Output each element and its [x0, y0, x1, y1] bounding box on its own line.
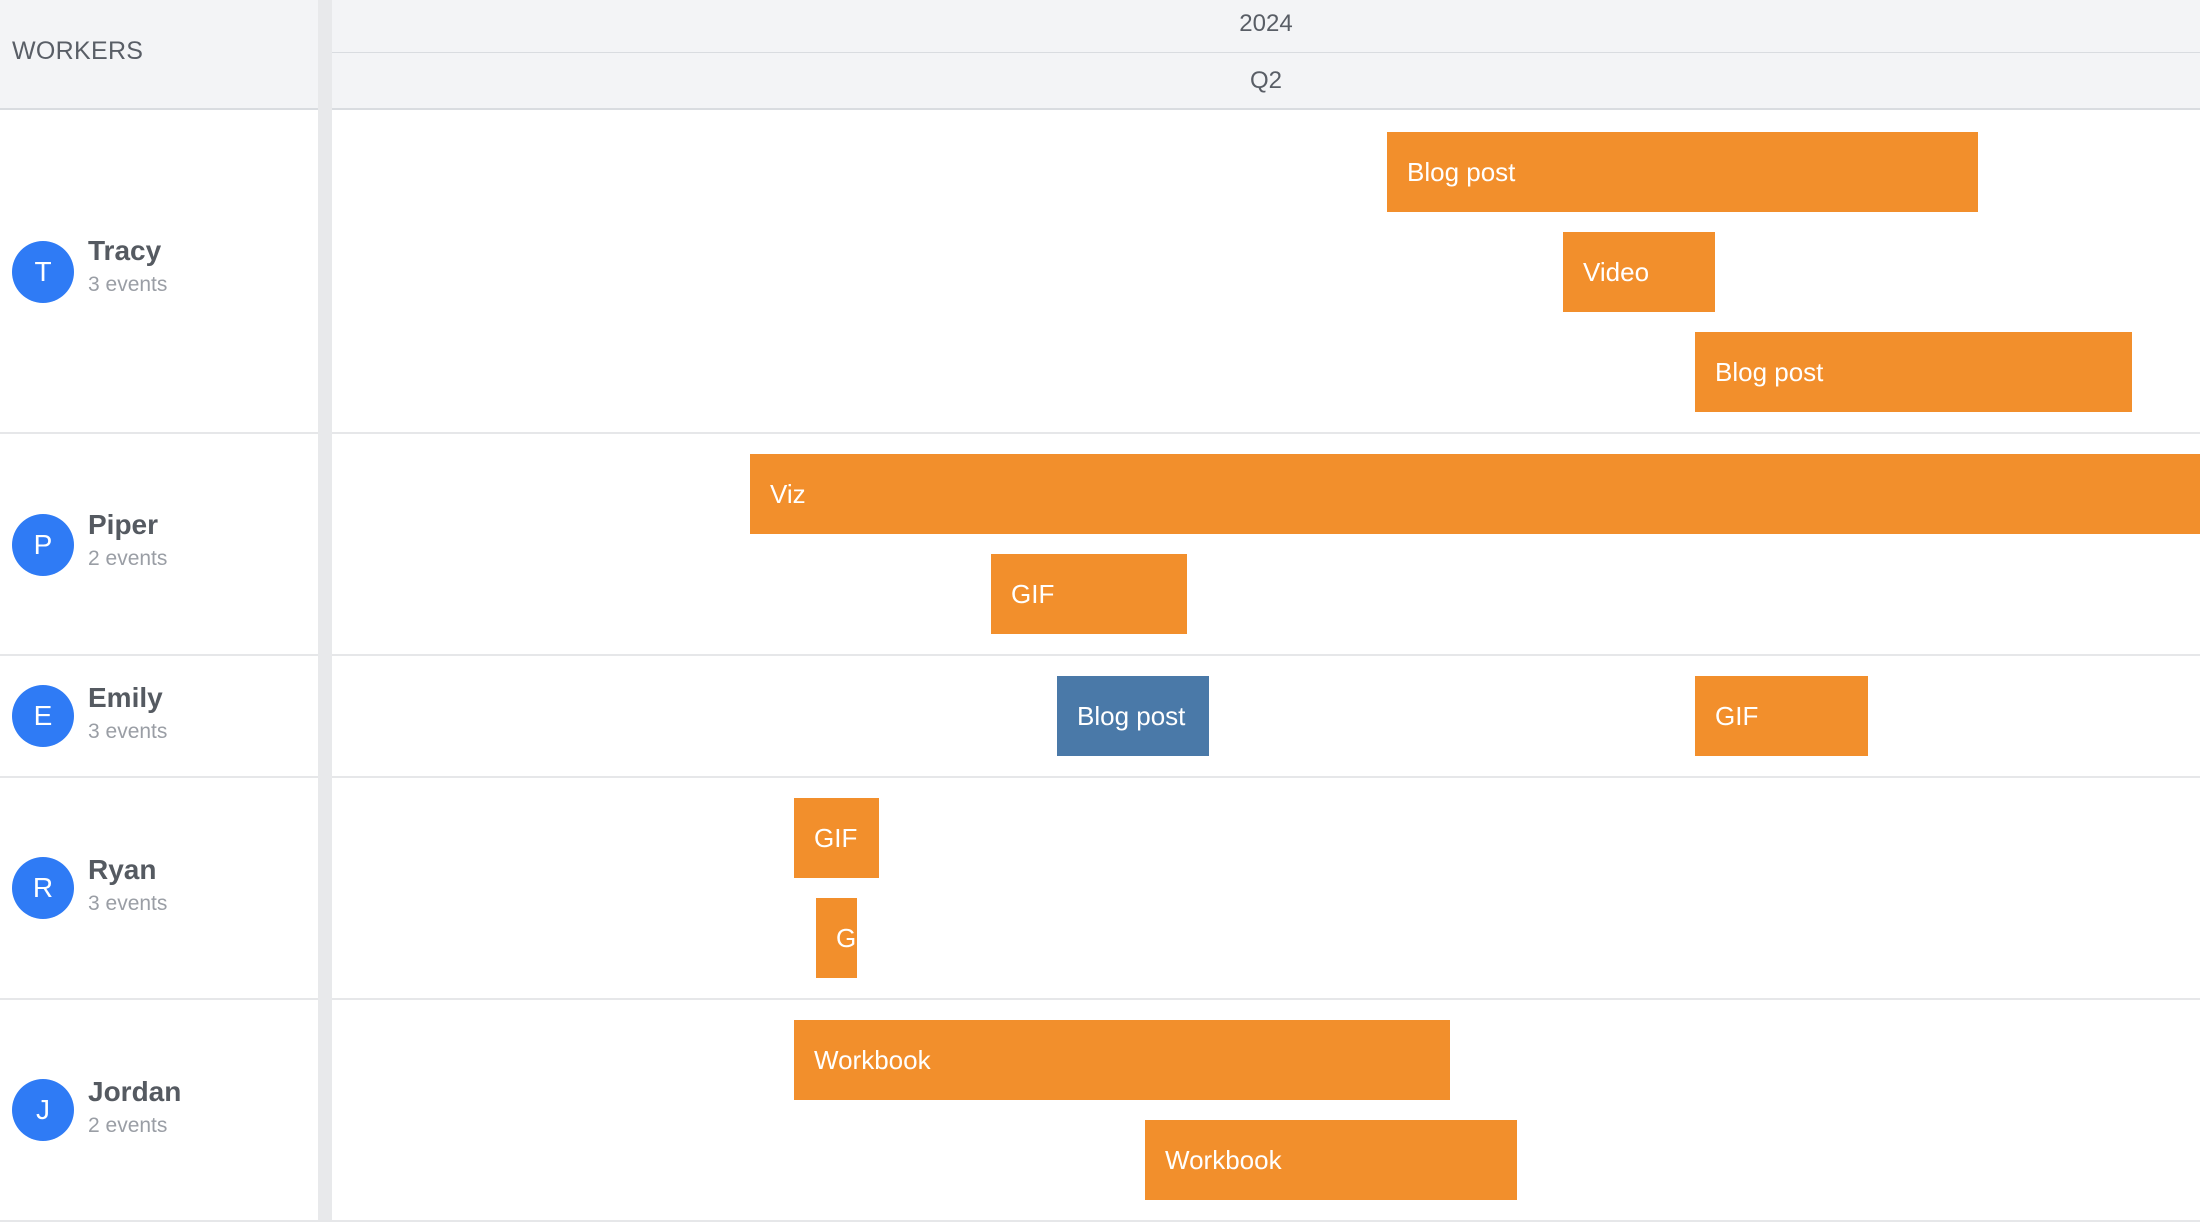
- avatar: T: [12, 241, 74, 303]
- year-header-cell[interactable]: 2024: [332, 0, 2200, 53]
- lane-ryan[interactable]: GIF G: [332, 778, 2200, 1000]
- workers-column-title: WORKERS: [12, 37, 144, 65]
- avatar: P: [12, 514, 74, 576]
- avatar: J: [12, 1079, 74, 1141]
- event-bar[interactable]: Blog post: [1387, 132, 1978, 212]
- quarter-header-cell[interactable]: Q2: [332, 53, 2200, 108]
- event-bar[interactable]: Blog post: [1695, 332, 2132, 412]
- workers-panel: WORKERS T Tracy 3 events P Piper 2 event…: [0, 0, 318, 1222]
- avatar: E: [12, 685, 74, 747]
- worker-event-count: 3 events: [88, 720, 168, 743]
- lane-tracy[interactable]: Blog post Video Blog post: [332, 110, 2200, 434]
- lane-piper[interactable]: Viz GIF: [332, 434, 2200, 656]
- worker-row-tracy[interactable]: T Tracy 3 events: [0, 110, 318, 434]
- workers-header[interactable]: WORKERS: [0, 0, 318, 110]
- lane-jordan[interactable]: Workbook Workbook: [332, 1000, 2200, 1222]
- worker-row-jordan[interactable]: J Jordan 2 events: [0, 1000, 318, 1222]
- worker-event-count: 2 events: [88, 547, 168, 570]
- worker-row-piper[interactable]: P Piper 2 events: [0, 434, 318, 656]
- avatar: R: [12, 857, 74, 919]
- event-bar[interactable]: GIF: [991, 554, 1187, 634]
- worker-row-ryan[interactable]: R Ryan 3 events: [0, 778, 318, 1000]
- worker-event-count: 2 events: [88, 1114, 168, 1137]
- scheduler-app: WORKERS T Tracy 3 events P Piper 2 event…: [0, 0, 2200, 1222]
- worker-name: Tracy: [88, 235, 162, 266]
- timeline-area: 2024 Q2 Blog post Video Blog post Viz GI…: [332, 0, 2200, 1222]
- worker-event-count: 3 events: [88, 273, 168, 296]
- event-bar[interactable]: Workbook: [1145, 1120, 1517, 1200]
- panel-splitter[interactable]: [318, 0, 332, 1222]
- event-bar[interactable]: G: [816, 898, 857, 978]
- worker-row-emily[interactable]: E Emily 3 events: [0, 656, 318, 778]
- worker-name: Emily: [88, 682, 163, 713]
- lane-emily[interactable]: Blog post GIF: [332, 656, 2200, 778]
- event-bar-selected[interactable]: Blog post: [1057, 676, 1209, 756]
- worker-event-count: 3 events: [88, 892, 168, 915]
- worker-name: Jordan: [88, 1076, 182, 1107]
- event-bar[interactable]: Workbook: [794, 1020, 1450, 1100]
- time-header: 2024 Q2: [332, 0, 2200, 110]
- worker-name: Piper: [88, 509, 159, 540]
- event-bar[interactable]: GIF: [794, 798, 879, 878]
- event-bar[interactable]: GIF: [1695, 676, 1868, 756]
- event-bar[interactable]: Video: [1563, 232, 1715, 312]
- worker-name: Ryan: [88, 854, 157, 885]
- event-bar[interactable]: Viz: [750, 454, 2200, 534]
